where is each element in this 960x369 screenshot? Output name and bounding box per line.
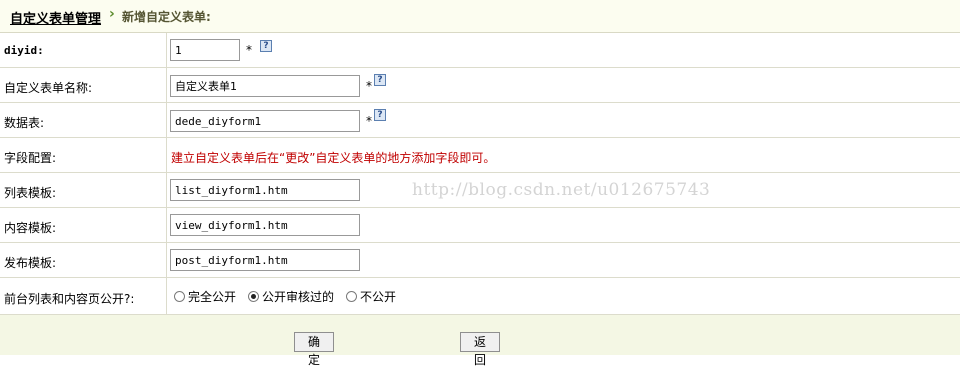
form-row-public: 前台列表和内容页公开?: 完全公开 公开审核过的 不公开 xyxy=(0,278,960,315)
page-header: 自定义表单管理 › 新增自定义表单: xyxy=(0,0,960,33)
column-divider xyxy=(166,33,167,67)
content-template-label: 内容模板: xyxy=(4,221,57,235)
diyid-label: diyid: xyxy=(4,44,44,57)
radio-public-all[interactable]: 完全公开 xyxy=(174,288,236,305)
post-template-input[interactable] xyxy=(170,249,360,271)
table-label: 数据表: xyxy=(4,116,45,130)
help-icon[interactable]: ? xyxy=(374,109,386,121)
form-row-post-template: 发布模板: xyxy=(0,243,960,278)
form-row-fields-config: 字段配置: 建立自定义表单后在“更改”自定义表单的地方添加字段即可。 xyxy=(0,138,960,173)
table-input[interactable] xyxy=(170,110,360,132)
breadcrumb-root-link[interactable]: 自定义表单管理 xyxy=(10,8,101,27)
confirm-button[interactable]: 确定 xyxy=(294,332,334,367)
breadcrumb-separator: › xyxy=(109,6,115,22)
column-divider xyxy=(166,208,167,242)
required-mark: * xyxy=(366,79,372,93)
required-mark: * xyxy=(366,114,372,128)
help-icon[interactable]: ? xyxy=(260,40,272,52)
column-divider xyxy=(166,173,167,207)
diyid-input[interactable] xyxy=(170,39,240,61)
radio-public-approved[interactable]: 公开审核过的 xyxy=(248,288,334,305)
form-row-diyid: diyid: * ? xyxy=(0,33,960,68)
fields-config-label: 字段配置: xyxy=(4,151,57,165)
radio-label: 公开审核过的 xyxy=(262,290,335,304)
form-name-input[interactable] xyxy=(170,75,360,97)
watermark-text: http://blog.csdn.net/u012675743 xyxy=(412,180,711,200)
list-template-input[interactable] xyxy=(170,179,360,201)
form-row-name: 自定义表单名称: * ? xyxy=(0,68,960,103)
help-icon[interactable]: ? xyxy=(374,74,386,86)
column-divider xyxy=(166,138,167,172)
required-mark: * xyxy=(246,43,252,57)
form-row-content-template: 内容模板: xyxy=(0,208,960,243)
fields-config-note: 建立自定义表单后在“更改”自定义表单的地方添加字段即可。 xyxy=(171,151,496,165)
radio-public-none[interactable]: 不公开 xyxy=(346,288,396,305)
radio-button[interactable] xyxy=(346,291,358,302)
list-template-label: 列表模板: xyxy=(4,186,57,200)
column-divider xyxy=(166,103,167,137)
content-template-input[interactable] xyxy=(170,214,360,236)
radio-button[interactable] xyxy=(248,291,260,302)
back-button[interactable]: 返回 xyxy=(460,332,500,367)
column-divider xyxy=(166,243,167,277)
public-radio-group: 完全公开 公开审核过的 不公开 xyxy=(174,288,408,305)
form-row-table: 数据表: * ? xyxy=(0,103,960,138)
post-template-label: 发布模板: xyxy=(4,256,57,270)
form-name-label: 自定义表单名称: xyxy=(4,81,93,95)
public-label: 前台列表和内容页公开?: xyxy=(4,292,135,306)
radio-label: 不公开 xyxy=(360,290,397,304)
radio-button[interactable] xyxy=(174,291,185,302)
column-divider xyxy=(166,68,167,102)
column-divider xyxy=(166,278,167,314)
breadcrumb-current: 新增自定义表单: xyxy=(122,10,211,24)
radio-label: 完全公开 xyxy=(188,290,237,304)
